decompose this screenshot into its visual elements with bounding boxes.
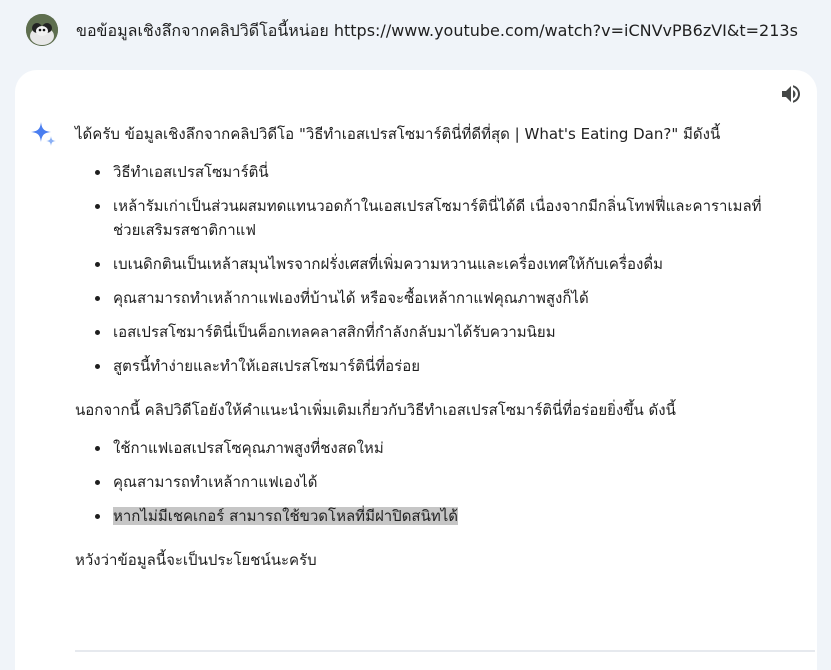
user-query-text: ขอข้อมูลเชิงลึกจากคลิปวิดีโอนี้หน่อย htt…	[76, 21, 798, 40]
list-item: คุณสามารถทำเหล้ากาแฟเองที่บ้านได้ หรือจะ…	[111, 286, 775, 310]
list-item: หากไม่มีเชคเกอร์ สามารถใช้ขวดโหลที่มีฝาป…	[111, 504, 775, 528]
response-intro: ได้ครับ ข้อมูลเชิงลึกจากคลิปวิดีโอ "วิธี…	[75, 125, 721, 143]
response-middle: นอกจากนี้ คลิปวิดีโอยังให้คำแนะนำเพิ่มเต…	[75, 401, 676, 419]
response-closing: หวังว่าข้อมูลนี้จะเป็นประโยชน์นะครับ	[75, 551, 317, 569]
list-item: เอสเปรสโซมาร์ตินี่เป็นค็อกเทลคลาสสิกที่ก…	[111, 320, 775, 344]
speaker-icon[interactable]	[779, 82, 803, 106]
avatar-image	[26, 14, 58, 46]
list-item: คุณสามารถทำเหล้ากาแฟเองได้	[111, 470, 775, 494]
highlighted-text[interactable]: หากไม่มีเชคเกอร์ สามารถใช้ขวดโหลที่มีฝาป…	[113, 507, 459, 525]
divider	[75, 650, 815, 652]
response-content: ได้ครับ ข้อมูลเชิงลึกจากคลิปวิดีโอ "วิธี…	[75, 122, 775, 572]
response-card: ได้ครับ ข้อมูลเชิงลึกจากคลิปวิดีโอ "วิธี…	[15, 70, 817, 670]
tips-list: ใช้กาแฟเอสเปรสโซคุณภาพสูงที่ชงสดใหม่ คุณ…	[75, 436, 775, 528]
list-item: วิธีทำเอสเปรสโซมาร์ตินี่	[111, 160, 775, 184]
list-item: เบเนดิกตินเป็นเหล้าสมุนไพรจากฝรั่งเศสที่…	[111, 252, 775, 276]
list-item: สูตรนี้ทำง่ายและทำให้เอสเปรสโซมาร์ตินี่ท…	[111, 354, 775, 378]
user-query-row: ขอข้อมูลเชิงลึกจากคลิปวิดีโอนี้หน่อย htt…	[0, 0, 831, 62]
insights-list: วิธีทำเอสเปรสโซมาร์ตินี่ เหล้ารัมเก่าเป็…	[75, 160, 775, 378]
list-item: ใช้กาแฟเอสเปรสโซคุณภาพสูงที่ชงสดใหม่	[111, 436, 775, 460]
list-item: เหล้ารัมเก่าเป็นส่วนผสมทดแทนวอดก้าในเอสเ…	[111, 194, 775, 242]
user-avatar[interactable]	[26, 14, 58, 46]
gemini-spark-icon	[27, 120, 59, 152]
